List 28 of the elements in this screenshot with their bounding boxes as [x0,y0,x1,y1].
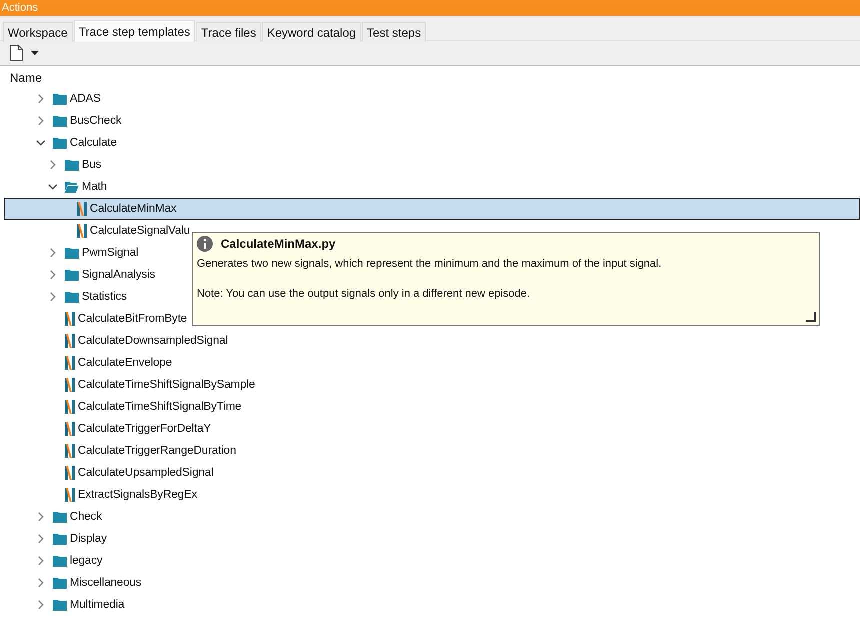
tree-item-label: Math [82,181,108,193]
tooltip-title: CalculateMinMax.py [221,237,336,251]
tree-item-label: CalculateUpsampledSignal [78,467,214,479]
tree-item-label: CalculateTimeShiftSignalBySample [78,379,256,391]
tree-item-label: CalculateSignalValu [90,225,190,237]
tree-item-label: CalculateBitFromByte [78,313,188,325]
panel-title: Actions [2,2,38,14]
tree-item-label: Check [70,511,102,523]
tree-item-label: CalculateTimeShiftSignalByTime [78,401,242,413]
tree-item-label: Multimedia [70,599,125,611]
tree-item-label: Display [70,533,108,545]
tree-item-label: Miscellaneous [70,577,142,589]
tree-item-label: CalculateTriggerForDeltaY [78,423,212,435]
tree-item-label: ExtractSignalsByRegEx [78,489,198,501]
tree-item-label: Calculate [70,137,118,149]
tooltip-text: Note: You can use the output signals only in a different new episode. [197,288,532,300]
tree-item-label: CalculateDownsampledSignal [78,335,228,347]
tree-item-label: CalculateMinMax [90,203,177,215]
tree-item-label: CalculateEnvelope [78,357,172,369]
tree-item-label: ADAS [70,93,101,105]
tree-item-label: SignalAnalysis [82,269,156,281]
tooltip-text: Generates two new signals, which represent the minimum and the maximum of the input signal. [197,258,663,270]
tree-item-label: PwmSignal [82,247,139,259]
tree-item-label: Statistics [82,291,128,303]
tree-item-label: legacy [70,555,103,567]
tree-item-label: BusCheck [70,115,122,127]
tree-item-label: CalculateTriggerRangeDuration [78,445,236,457]
tree-item-label: Bus [82,159,102,171]
